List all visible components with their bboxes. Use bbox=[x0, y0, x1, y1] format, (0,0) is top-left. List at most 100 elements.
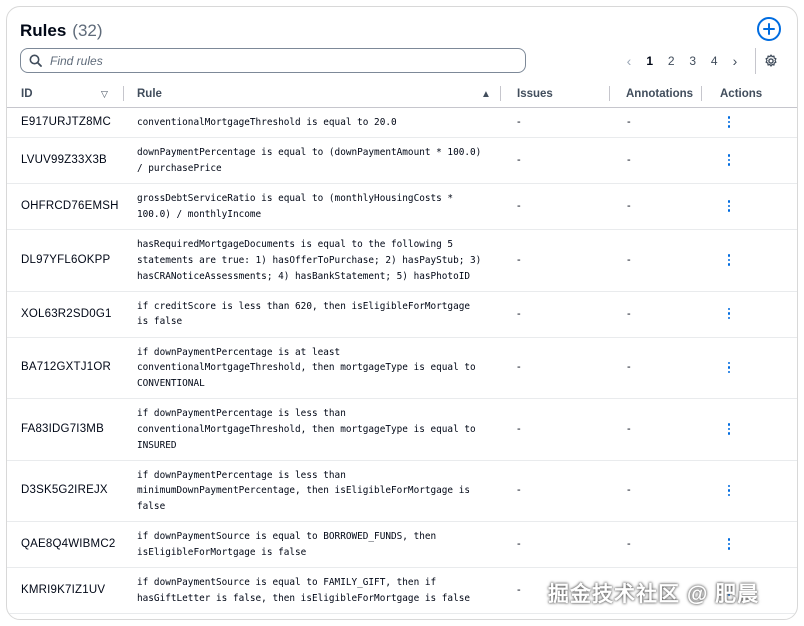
page-3-button[interactable]: 3 bbox=[682, 54, 704, 68]
row-actions-button[interactable] bbox=[721, 115, 737, 131]
rules-count: (32) bbox=[72, 21, 103, 40]
rule-id: FA83IDG7I3MB bbox=[21, 422, 104, 435]
watermark: 掘金技术社区 @ 肥晨 bbox=[548, 583, 760, 606]
rules-panel: Rules (32) ‹ 1 2 3 4 › ID ▽ Rule bbox=[6, 6, 798, 620]
settings-button[interactable] bbox=[764, 53, 780, 69]
annotations-value: - bbox=[627, 253, 631, 266]
table-header: ID ▽ Rule ▲ Issues Annotations Actions bbox=[7, 81, 797, 108]
kebab-dot bbox=[727, 547, 731, 550]
rule-id: KMRI9K7IZ1UV bbox=[21, 584, 106, 596]
row-actions-button[interactable] bbox=[721, 422, 737, 438]
row-actions-button[interactable] bbox=[721, 199, 737, 215]
rule-text-line: hasRequiredMortgageDocuments is equal to… bbox=[137, 239, 454, 251]
table-row[interactable]: OHFRCD76EMSH grossDebtServiceRatio is equ… bbox=[7, 184, 797, 230]
table-row[interactable]: XOL63R2SD0G1 if creditScore is less than … bbox=[7, 292, 797, 338]
plus-icon bbox=[763, 23, 775, 35]
row-actions-button[interactable] bbox=[721, 307, 737, 323]
search-input[interactable] bbox=[50, 53, 510, 68]
kebab-dot bbox=[727, 307, 731, 311]
kebab-dot bbox=[727, 163, 731, 166]
sort-ascending-icon[interactable]: ▲ bbox=[481, 89, 491, 100]
table-row[interactable]: D3SK5G2IREJX if downPaymentPercentage is … bbox=[7, 461, 797, 522]
issues-value: - bbox=[517, 484, 521, 497]
column-header-actions: Actions bbox=[720, 88, 763, 100]
page-title: Rules bbox=[20, 21, 67, 40]
rule-text-line: / purchasePrice bbox=[137, 162, 222, 174]
table-row[interactable]: BA712GXTJ1OR if downPaymentPercentage is … bbox=[7, 338, 797, 399]
rule-text-line: grossDebtServiceRatio is equal to (month… bbox=[137, 193, 454, 205]
rule-text: if downPaymentPercentage is less than con… bbox=[137, 406, 492, 453]
column-divider[interactable] bbox=[609, 86, 610, 101]
kebab-dot bbox=[727, 361, 731, 364]
column-header-rule[interactable]: Rule bbox=[137, 88, 162, 100]
next-page-button[interactable]: › bbox=[725, 53, 745, 69]
kebab-menu-icon bbox=[727, 153, 731, 167]
kebab-dot bbox=[727, 423, 731, 426]
rule-text-line: hasGiftLetter is false, then isEligibleF… bbox=[137, 592, 471, 604]
rule-text-line: if downPaymentPercentage is at least bbox=[137, 346, 341, 358]
pager-divider bbox=[755, 48, 756, 74]
row-actions-button[interactable] bbox=[721, 483, 737, 499]
add-rule-button[interactable] bbox=[757, 17, 781, 41]
table-row[interactable]: E917URJTZ8MC conventionalMortgageThreshol… bbox=[7, 108, 797, 138]
table-row[interactable]: LVUV99Z33X3B downPaymentPercentage is equ… bbox=[7, 138, 797, 184]
kebab-menu-icon bbox=[727, 422, 731, 436]
rule-id: E917URJTZ8MC bbox=[21, 116, 111, 128]
rule-id: OHFRCD76EMSH bbox=[21, 200, 119, 212]
annotations-value: - bbox=[627, 116, 631, 128]
rule-text-line: isEligibleForMortgage is false bbox=[137, 546, 307, 558]
rule-text-line: if creditScore is less than 620, then is… bbox=[137, 300, 471, 312]
rule-text: downPaymentPercentage is equal to (downP… bbox=[137, 145, 492, 176]
rule-text: if creditScore is less than 620, then is… bbox=[137, 299, 492, 330]
search-box[interactable] bbox=[20, 48, 526, 73]
column-header-annotations[interactable]: Annotations bbox=[626, 88, 693, 100]
kebab-dot bbox=[727, 484, 731, 487]
rules-table-body: E917URJTZ8MC conventionalMortgageThreshol… bbox=[7, 108, 797, 614]
column-header-id[interactable]: ID bbox=[21, 88, 33, 100]
rule-text-line: 100.0) / monthlyIncome bbox=[137, 208, 262, 220]
kebab-dot bbox=[727, 154, 731, 157]
page-2-button[interactable]: 2 bbox=[661, 54, 683, 68]
kebab-menu-icon bbox=[727, 253, 731, 267]
rule-id: XOL63R2SD0G1 bbox=[21, 307, 112, 320]
column-divider[interactable] bbox=[500, 86, 501, 101]
rule-text-line: statements are true: 1) hasOfferToPurcha… bbox=[137, 254, 482, 266]
rule-text: if downPaymentPercentage is less than min… bbox=[137, 468, 492, 515]
row-actions-button[interactable] bbox=[721, 537, 737, 553]
row-actions-button[interactable] bbox=[721, 360, 737, 376]
rule-text: grossDebtServiceRatio is equal to (month… bbox=[137, 191, 492, 222]
issues-value: - bbox=[517, 116, 521, 128]
issues-value: - bbox=[517, 307, 521, 320]
gear-icon bbox=[765, 54, 777, 67]
annotations-value: - bbox=[627, 307, 631, 320]
table-row[interactable]: FA83IDG7I3MB if downPaymentPercentage is … bbox=[7, 399, 797, 461]
page-4-button[interactable]: 4 bbox=[704, 54, 726, 68]
column-divider[interactable] bbox=[123, 86, 124, 101]
issues-value: - bbox=[517, 584, 521, 596]
kebab-dot bbox=[727, 158, 731, 162]
kebab-menu-icon bbox=[727, 360, 731, 374]
rule-text-line: if downPaymentSource is equal to FAMILY_… bbox=[137, 577, 437, 589]
kebab-dot bbox=[727, 258, 731, 261]
kebab-dot bbox=[727, 263, 731, 266]
rule-text: if downPaymentPercentage is at least conv… bbox=[137, 345, 492, 392]
column-header-issues[interactable]: Issues bbox=[517, 88, 553, 100]
rule-text-line: conventionalMortgageThreshold is equal t… bbox=[137, 117, 397, 129]
kebab-menu-icon bbox=[727, 115, 731, 129]
row-actions-button[interactable] bbox=[721, 253, 737, 269]
table-row[interactable]: DL97YFL6OKPP hasRequiredMortgageDocuments… bbox=[7, 230, 797, 292]
issues-value: - bbox=[517, 422, 521, 435]
kebab-dot bbox=[727, 489, 731, 492]
sort-descending-icon[interactable]: ▽ bbox=[101, 89, 108, 100]
kebab-dot bbox=[727, 542, 731, 546]
annotations-value: - bbox=[627, 154, 631, 166]
prev-page-button[interactable]: ‹ bbox=[619, 53, 639, 69]
table-row[interactable]: QAE8Q4WIBMC2 if downPaymentSource is equa… bbox=[7, 522, 797, 568]
page-1-button[interactable]: 1 bbox=[639, 54, 661, 68]
row-actions-button[interactable] bbox=[721, 153, 737, 169]
rule-text: if downPaymentSource is equal to BORROWE… bbox=[137, 529, 492, 560]
kebab-dot bbox=[727, 209, 731, 212]
column-divider[interactable] bbox=[701, 86, 702, 101]
rule-text-line: if downPaymentSource is equal to BORROWE… bbox=[137, 531, 437, 543]
annotations-value: - bbox=[627, 538, 631, 550]
